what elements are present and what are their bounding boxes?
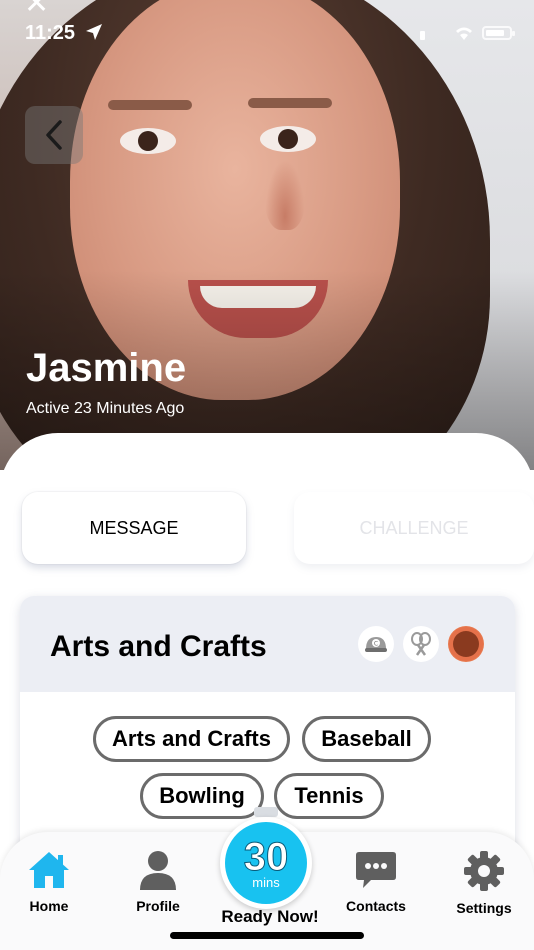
status-time: 11:25: [25, 22, 76, 44]
basketball-icon: [448, 626, 484, 662]
chat-bubble-icon: [356, 852, 396, 888]
home-indicator: [170, 932, 364, 939]
tab-home-label: Home: [29, 898, 69, 914]
location-arrow-icon: [86, 24, 102, 40]
gear-icon: [464, 851, 504, 891]
interest-card-title: Arts and Crafts: [50, 630, 267, 663]
battery-icon: [482, 26, 515, 40]
message-button[interactable]: MESSAGE: [22, 492, 246, 564]
close-icon[interactable]: ✕: [24, 0, 49, 21]
profile-name: Jasmine: [26, 346, 187, 390]
wifi-icon: [456, 27, 472, 40]
tab-profile[interactable]: Profile: [118, 850, 198, 914]
tennis-rackets-icon: [403, 626, 439, 662]
cellular-signal-icon: [420, 31, 425, 40]
interest-chip-baseball[interactable]: Baseball: [302, 716, 431, 762]
tab-settings-label: Settings: [456, 900, 512, 916]
tab-home[interactable]: Home: [9, 850, 89, 914]
home-icon: [29, 852, 69, 888]
ready-now-label: Ready Now!: [221, 907, 319, 926]
cap-icon: C: [358, 626, 394, 662]
person-icon: [140, 851, 176, 890]
challenge-button[interactable]: CHALLENGE: [294, 492, 534, 564]
interest-chip-arts-and-crafts[interactable]: Arts and Crafts: [93, 716, 290, 762]
tab-profile-label: Profile: [136, 898, 180, 914]
tab-contacts[interactable]: Contacts: [336, 850, 416, 914]
svg-text:C: C: [374, 641, 378, 648]
interest-card-header: Arts and Crafts C: [20, 596, 515, 692]
back-button[interactable]: [25, 106, 83, 164]
timer-unit: mins: [252, 874, 280, 890]
interest-chip-bowling[interactable]: Bowling: [140, 773, 264, 819]
ready-now-button[interactable]: 30 mins Ready Now!: [196, 807, 344, 937]
chevron-left-icon: [46, 120, 62, 150]
timer-value: 30: [243, 834, 289, 879]
interest-chip-tennis[interactable]: Tennis: [274, 773, 384, 819]
stopwatch-icon: [254, 807, 278, 817]
tab-contacts-label: Contacts: [346, 898, 406, 914]
last-active-text: Active 23 Minutes Ago: [26, 400, 185, 417]
tab-settings[interactable]: Settings: [444, 850, 524, 916]
status-bar: ✕ 11:25: [0, 0, 534, 60]
